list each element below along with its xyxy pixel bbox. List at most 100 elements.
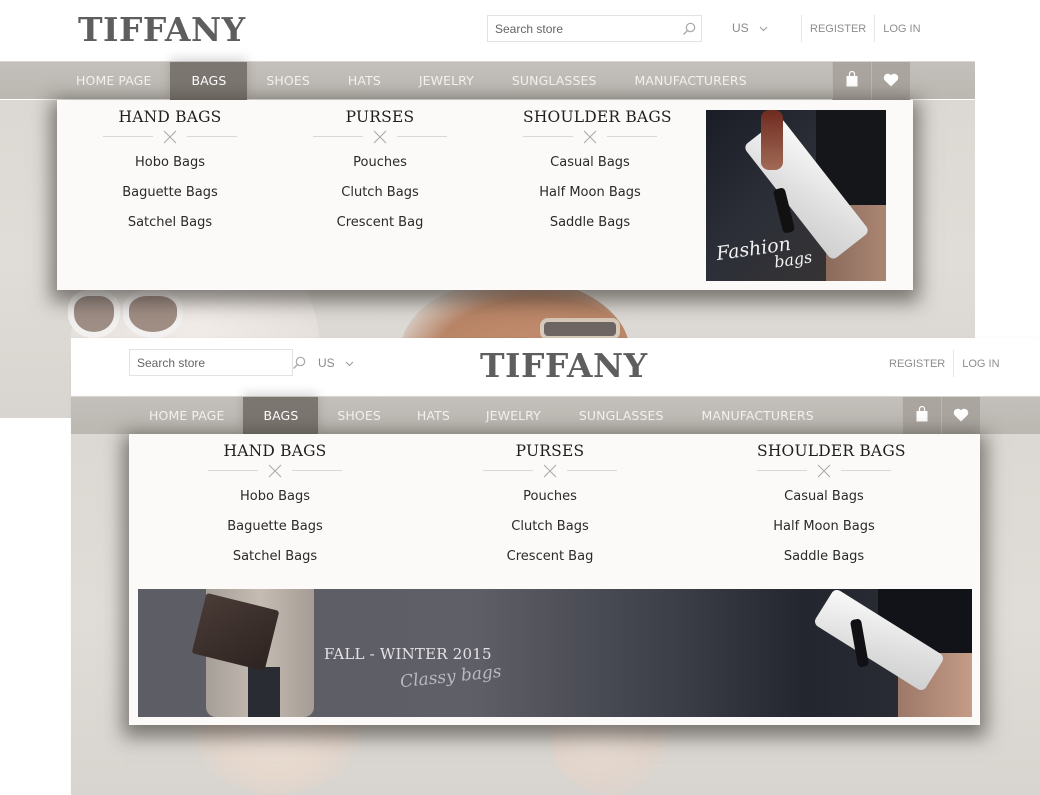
shopping-bag-icon xyxy=(916,405,928,426)
beaded-hand xyxy=(761,110,783,170)
nav-item-hats[interactable]: HATS xyxy=(329,62,400,100)
chevron-down-icon xyxy=(759,21,768,35)
promo-image-fashion-bags[interactable]: Fashion bags xyxy=(706,110,886,281)
cart-button[interactable] xyxy=(902,397,941,435)
search-icon[interactable] xyxy=(677,17,701,41)
nav-item-shoes[interactable]: SHOES xyxy=(247,62,329,100)
main-nav: HOME PAGE BAGS SHOES HATS JEWELRY SUNGLA… xyxy=(71,396,1040,435)
menu-link-casual-bags[interactable]: Casual Bags xyxy=(523,148,657,178)
nav-item-bags[interactable]: BAGS xyxy=(243,397,319,435)
heart-icon xyxy=(883,72,899,91)
search-input[interactable] xyxy=(137,355,292,370)
nav-item-jewelry[interactable]: JEWELRY xyxy=(400,62,493,100)
nav-item-jewelry[interactable]: JEWELRY xyxy=(467,397,560,435)
menu-link-hobo-bags[interactable]: Hobo Bags xyxy=(103,148,237,178)
menu-link-pouches[interactable]: Pouches xyxy=(313,148,447,178)
login-link[interactable]: LOG IN xyxy=(875,16,928,42)
menu-column-purses: PURSES Pouches Clutch Bags Crescent Bag xyxy=(483,442,617,572)
logo[interactable]: TIFFANY xyxy=(78,10,246,49)
search-icon[interactable] xyxy=(292,351,306,375)
nav-item-manufacturers[interactable]: MANUFACTURERS xyxy=(683,397,833,435)
site-header: TIFFANY US REGISTER LOG IN xyxy=(0,0,975,61)
heart-icon xyxy=(953,407,969,426)
menu-link-pouches[interactable]: Pouches xyxy=(483,482,617,512)
wishlist-button[interactable] xyxy=(871,62,910,100)
menu-column-shoulder-bags: SHOULDER BAGS Casual Bags Half Moon Bags… xyxy=(523,108,672,238)
banner-script: Classy bags xyxy=(399,661,503,693)
menu-link-satchel-bags[interactable]: Satchel Bags xyxy=(103,208,237,238)
ornament-divider xyxy=(523,128,657,146)
account-links: REGISTER LOG IN xyxy=(881,350,1008,377)
cross-ornament-icon xyxy=(817,464,831,478)
chevron-down-icon xyxy=(345,356,354,370)
ornament-divider xyxy=(208,462,342,480)
column-title[interactable]: PURSES xyxy=(483,442,617,460)
menu-link-saddle-bags[interactable]: Saddle Bags xyxy=(523,208,657,238)
nav-item-manufacturers[interactable]: MANUFACTURERS xyxy=(616,62,766,100)
store-layout-variant-b: US TIFFANY REGISTER LOG IN HOME PAGE BAG… xyxy=(71,338,1040,795)
search-box[interactable] xyxy=(129,349,306,376)
menu-link-clutch-bags[interactable]: Clutch Bags xyxy=(483,512,617,542)
menu-link-hobo-bags[interactable]: Hobo Bags xyxy=(208,482,342,512)
column-title[interactable]: SHOULDER BAGS xyxy=(757,442,906,460)
main-nav: HOME PAGE BAGS SHOES HATS JEWELRY SUNGLA… xyxy=(0,61,975,100)
menu-link-crescent-bag[interactable]: Crescent Bag xyxy=(313,208,447,238)
logo[interactable]: TIFFANY xyxy=(480,346,648,385)
shopping-bag-icon xyxy=(846,70,858,91)
menu-link-half-moon-bags[interactable]: Half Moon Bags xyxy=(523,178,657,208)
language-label: US xyxy=(732,21,749,35)
menu-column-purses: PURSES Pouches Clutch Bags Crescent Bag xyxy=(313,108,447,238)
menu-link-half-moon-bags[interactable]: Half Moon Bags xyxy=(757,512,891,542)
banner-title: FALL - WINTER 2015 xyxy=(324,645,492,663)
menu-link-crescent-bag[interactable]: Crescent Bag xyxy=(483,542,617,572)
account-links: REGISTER LOG IN xyxy=(801,15,929,42)
language-label: US xyxy=(318,356,335,370)
bags-mega-menu: HAND BAGS Hobo Bags Baguette Bags Satche… xyxy=(57,100,913,290)
language-selector[interactable]: US xyxy=(732,21,768,35)
menu-link-casual-bags[interactable]: Casual Bags xyxy=(757,482,891,512)
nav-item-sunglasses[interactable]: SUNGLASSES xyxy=(560,397,683,435)
menu-link-saddle-bags[interactable]: Saddle Bags xyxy=(757,542,891,572)
bags-mega-menu: HAND BAGS Hobo Bags Baguette Bags Satche… xyxy=(129,434,980,725)
cross-ornament-icon xyxy=(163,130,177,144)
search-box[interactable] xyxy=(487,15,702,42)
menu-column-hand-bags: HAND BAGS Hobo Bags Baguette Bags Satche… xyxy=(208,442,342,572)
column-title[interactable]: SHOULDER BAGS xyxy=(523,108,672,126)
login-link[interactable]: LOG IN xyxy=(954,351,1007,377)
menu-link-baguette-bags[interactable]: Baguette Bags xyxy=(208,512,342,542)
nav-item-home-page[interactable]: HOME PAGE xyxy=(130,397,243,435)
nav-item-hats[interactable]: HATS xyxy=(400,397,467,435)
register-link[interactable]: REGISTER xyxy=(802,16,874,42)
promo-banner-fall-winter[interactable]: FALL - WINTER 2015 Classy bags xyxy=(138,589,972,717)
menu-link-clutch-bags[interactable]: Clutch Bags xyxy=(313,178,447,208)
promo-script-line2: bags xyxy=(772,247,814,272)
menu-column-hand-bags: HAND BAGS Hobo Bags Baguette Bags Satche… xyxy=(103,108,237,238)
column-title[interactable]: PURSES xyxy=(313,108,447,126)
menu-link-baguette-bags[interactable]: Baguette Bags xyxy=(103,178,237,208)
menu-column-shoulder-bags: SHOULDER BAGS Casual Bags Half Moon Bags… xyxy=(757,442,906,572)
menu-link-satchel-bags[interactable]: Satchel Bags xyxy=(208,542,342,572)
column-title[interactable]: HAND BAGS xyxy=(103,108,237,126)
ornament-divider xyxy=(313,128,447,146)
cart-button[interactable] xyxy=(832,62,871,100)
ornament-divider xyxy=(757,462,891,480)
cross-ornament-icon xyxy=(268,464,282,478)
ornament-divider xyxy=(103,128,237,146)
cross-ornament-icon xyxy=(583,130,597,144)
column-title[interactable]: HAND BAGS xyxy=(208,442,342,460)
ornament-divider xyxy=(483,462,617,480)
search-input[interactable] xyxy=(495,21,677,36)
nav-item-bags[interactable]: BAGS xyxy=(170,62,248,100)
model-trousers xyxy=(248,667,280,717)
sunglasses-left xyxy=(68,290,298,338)
nav-item-shoes[interactable]: SHOES xyxy=(318,397,400,435)
language-selector[interactable]: US xyxy=(318,356,354,370)
nav-item-home-page[interactable]: HOME PAGE xyxy=(57,62,170,100)
wishlist-button[interactable] xyxy=(941,397,980,435)
register-link[interactable]: REGISTER xyxy=(881,351,953,377)
site-header: US TIFFANY REGISTER LOG IN xyxy=(71,338,1040,396)
cross-ornament-icon xyxy=(543,464,557,478)
cross-ornament-icon xyxy=(373,130,387,144)
sunglasses-right xyxy=(540,318,620,340)
nav-item-sunglasses[interactable]: SUNGLASSES xyxy=(493,62,616,100)
